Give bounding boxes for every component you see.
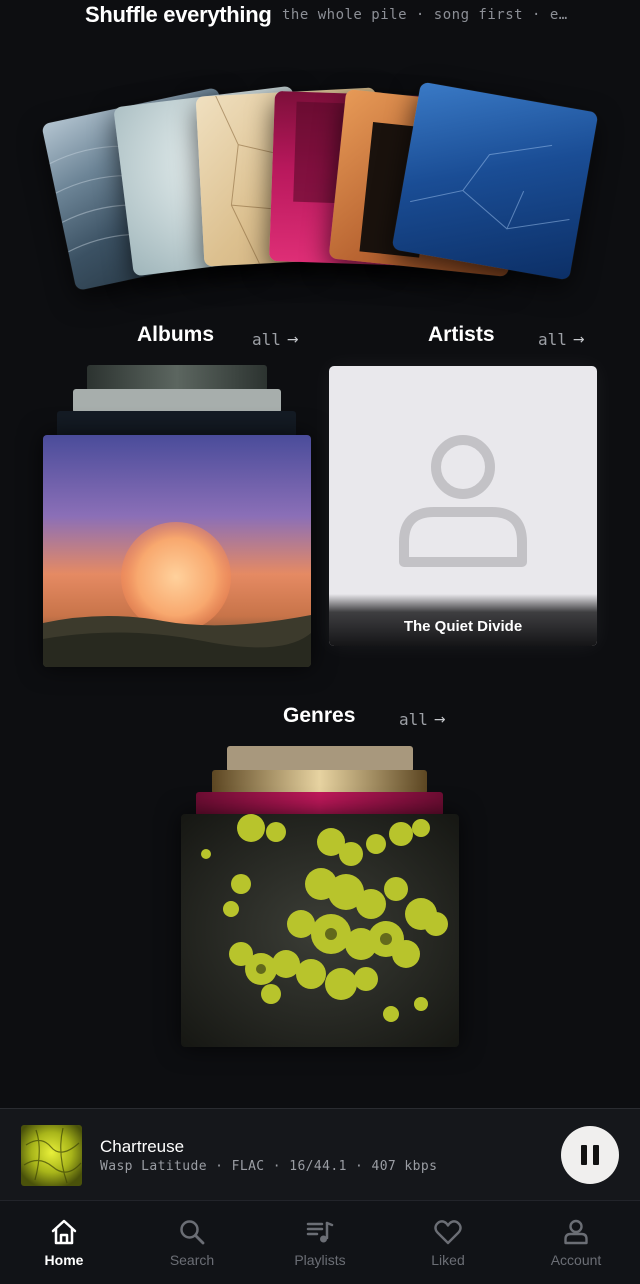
playlist-icon [306,1221,334,1243]
user-icon [564,1219,588,1245]
pause-button[interactable] [561,1126,619,1184]
nav-label-liked: Liked [431,1252,465,1268]
artists-all-label: all [538,330,567,349]
shuffle-title[interactable]: Shuffle everything [85,2,272,28]
genre-cover-featured[interactable] [181,814,459,1047]
album-stack-layer [57,411,296,437]
now-playing-title: Chartreuse [100,1137,185,1156]
chartreuse-art [21,1125,82,1186]
nav-item-home[interactable]: Home [0,1201,128,1284]
arrow-right-icon: → [433,711,446,728]
nav-label-playlists: Playlists [294,1252,346,1268]
album-stack-layer [73,389,281,413]
genres-title: Genres [283,704,356,727]
sunset-art [43,435,311,667]
artist-name: The Quiet Divide [403,618,523,635]
artist-card[interactable]: The Quiet Divide [329,366,597,646]
nav-item-liked[interactable]: Liked [384,1201,512,1284]
home-icon [51,1219,77,1245]
genre-stack-layer [212,770,427,794]
genre-stack-layer [196,792,443,816]
shuffle-fan[interactable] [0,70,640,310]
genre-stack-layer [227,746,413,772]
albums-all-link[interactable]: all → [252,330,299,349]
nav-label-search: Search [169,1252,215,1268]
nav-label-home: Home [44,1252,84,1268]
bottom-nav: Home Search Playlists Liked Account [0,1200,640,1284]
nav-item-search[interactable]: Search [128,1201,256,1284]
now-playing-meta: Wasp Latitude · FLAC · 16/44.1 · 407 kbp… [100,1159,438,1174]
albums-title: Albums [137,323,215,346]
now-playing-artwork[interactable] [21,1125,82,1186]
ice-pattern [410,144,570,230]
heart-icon [434,1220,462,1245]
nav-item-account[interactable]: Account [512,1201,640,1284]
album-cover-featured[interactable] [43,435,311,667]
search-icon [180,1220,205,1245]
shuffle-header[interactable]: Shuffle everything [85,0,272,30]
lichen-art [181,814,459,1047]
genres-all-label: all [399,710,428,729]
nav-item-playlists[interactable]: Playlists [256,1201,384,1284]
now-playing-bar[interactable]: Chartreuse Wasp Latitude · FLAC · 16/44.… [0,1108,640,1200]
album-stack-layer [87,365,267,391]
nav-label-account: Account [550,1252,602,1268]
albums-all-label: all [252,330,281,349]
artists-title: Artists [428,323,495,346]
arrow-right-icon: → [572,331,585,348]
arrow-right-icon: → [286,331,299,348]
genres-all-link[interactable]: all → [399,710,446,729]
fan-card-deep-blue-ice[interactable] [391,81,599,281]
artists-all-link[interactable]: all → [538,330,585,349]
pause-icon [581,1145,599,1165]
shuffle-subtitle: the whole pile · song first · e… [282,7,568,23]
